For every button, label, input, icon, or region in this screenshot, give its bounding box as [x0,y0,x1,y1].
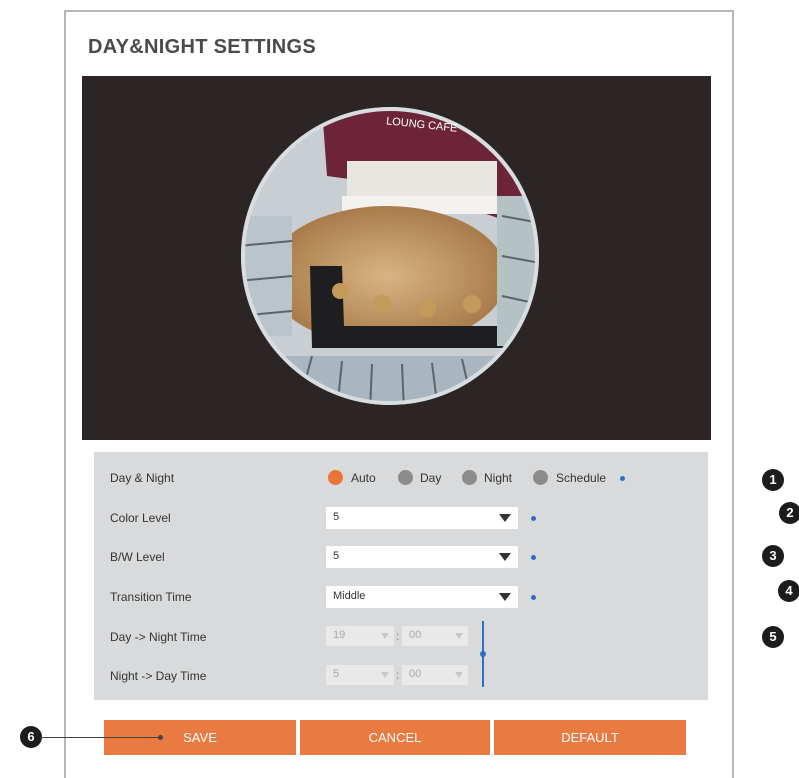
radio-day[interactable] [398,470,413,485]
callout-4: 4 [778,580,799,602]
color-level-label: Color Level [110,511,171,525]
marker-dot-3 [531,555,536,560]
marker-dot-4 [531,595,536,600]
night-to-day-hour-value: 5 [333,668,340,680]
fisheye-image: LOUNG CAFE [241,107,539,405]
radio-auto[interactable] [328,470,343,485]
night-to-day-hour-select[interactable]: 5 [326,665,394,685]
radio-schedule[interactable] [533,470,548,485]
color-level-value: 5 [333,511,340,523]
callout-6: 6 [20,726,42,748]
day-night-label: Day & Night [110,471,175,485]
day-to-night-time-label: Day -> Night Time [110,630,207,644]
day-to-night-minute-value: 00 [409,629,422,641]
bw-level-select[interactable]: 5 [326,546,518,568]
chevron-down-icon [455,672,463,678]
night-to-day-minute-value: 00 [409,668,422,680]
day-to-night-hour-select[interactable]: 19 [326,626,394,646]
radio-night[interactable] [462,470,477,485]
radio-schedule-label: Schedule [556,471,607,485]
radio-auto-label: Auto [351,471,376,485]
settings-form [94,452,708,700]
chevron-down-icon [381,672,389,678]
callout-2: 2 [779,502,799,524]
marker-dot-1 [620,476,625,481]
bw-level-value: 5 [333,550,340,562]
time-separator: : [396,668,400,682]
day-to-night-hour-value: 19 [333,629,346,641]
callout-5: 5 [762,626,784,648]
radio-night-label: Night [484,471,513,485]
callout-6-pointer-dot [158,735,163,740]
transition-time-select[interactable]: Middle [326,586,518,608]
marker-dot-5 [480,651,486,657]
radio-day-label: Day [420,471,442,485]
default-button[interactable]: DEFAULT [494,720,686,755]
chevron-down-icon [455,633,463,639]
chevron-down-icon [499,593,511,601]
video-preview: LOUNG CAFE [82,76,711,440]
transition-time-value: Middle [333,590,366,602]
callout-1: 1 [762,469,784,491]
night-to-day-time-label: Night -> Day Time [110,669,207,683]
time-separator: : [396,629,400,643]
transition-time-label: Transition Time [110,590,192,604]
day-to-night-minute-select[interactable]: 00 [402,626,468,646]
callout-3: 3 [762,545,784,567]
night-to-day-minute-select[interactable]: 00 [402,665,468,685]
chevron-down-icon [499,514,511,522]
cancel-button[interactable]: CANCEL [300,720,490,755]
bw-level-label: B/W Level [110,550,165,564]
color-level-select[interactable]: 5 [326,507,518,529]
chevron-down-icon [499,553,511,561]
callout-6-pointer-line [40,737,160,738]
chevron-down-icon [381,633,389,639]
page-title: DAY&NIGHT SETTINGS [88,36,317,58]
marker-dot-2 [531,516,536,521]
